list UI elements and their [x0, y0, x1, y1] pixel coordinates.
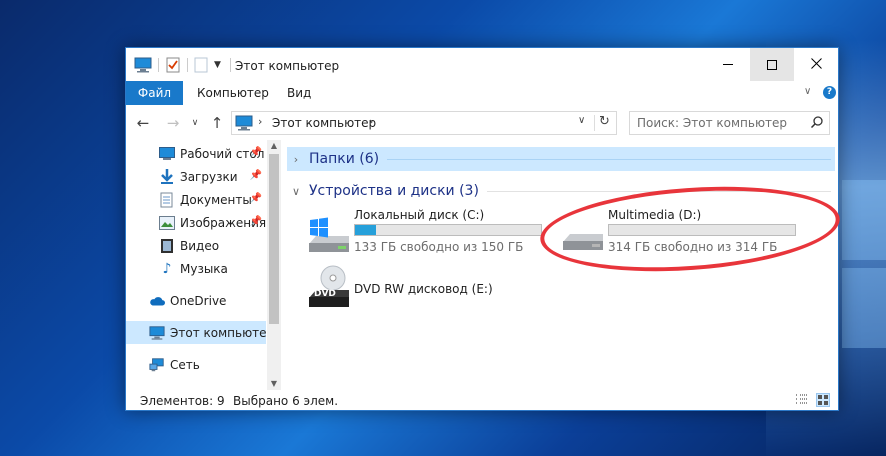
breadcrumb-separator-icon[interactable]: ›	[369, 115, 373, 128]
drive-usage-fill	[355, 225, 377, 235]
group-header-folders[interactable]: › Папки (6)	[287, 147, 835, 171]
sidebar-item-onedrive[interactable]: OneDrive	[126, 289, 266, 312]
divider	[387, 158, 831, 160]
up-button[interactable]: ↑	[208, 113, 226, 133]
video-icon	[159, 238, 175, 254]
sidebar-item-music[interactable]: ♪ Музыка	[126, 257, 266, 280]
arrow-left-icon: ←	[136, 114, 150, 132]
quick-access-toolbar: ▼	[134, 56, 237, 74]
tab-file[interactable]: Файл	[126, 81, 183, 105]
sidebar-item-label: Видео	[180, 238, 220, 253]
recent-locations-button[interactable]: ∨	[186, 113, 204, 133]
scroll-up-icon[interactable]: ▲	[267, 140, 281, 152]
navigation-bar: ← → ∨ ↑ › Этот компьютер › ∨ ↻	[126, 109, 838, 137]
minimize-button[interactable]	[706, 48, 750, 81]
navigation-pane-scrollbar[interactable]: ▲ ▼	[267, 140, 281, 390]
new-folder-icon[interactable]	[194, 57, 208, 73]
content-pane: › Папки (6) ∨ Устройства и диски (3) Лок…	[286, 140, 836, 390]
sidebar-item-pictures[interactable]: Изображения 📌	[126, 211, 266, 234]
refresh-icon[interactable]: ↻	[599, 114, 610, 129]
title-bar: ▼ Этот компьютер	[126, 48, 838, 81]
drive-item-e[interactable]: DVD DVD RW дисковод (E:)	[304, 264, 554, 314]
desktop-window-logo-pane	[842, 180, 886, 260]
pin-icon[interactable]: 📌	[250, 147, 262, 158]
search-box[interactable]	[629, 111, 830, 135]
maximize-icon	[767, 59, 777, 70]
chevron-down-icon: ∨	[191, 118, 199, 128]
back-button[interactable]: ←	[134, 113, 152, 133]
customize-toolbar-chevron-icon[interactable]: ▼	[214, 60, 224, 70]
group-title: Устройства и диски (3)	[309, 183, 479, 199]
breadcrumb[interactable]: Этот компьютер	[272, 116, 376, 130]
svg-text:DVD: DVD	[314, 289, 336, 299]
forward-button[interactable]: →	[164, 113, 182, 133]
sidebar-item-label: Сеть	[170, 357, 200, 372]
sidebar-item-this-pc[interactable]: Этот компьютер	[126, 321, 266, 344]
group-title: Папки (6)	[309, 151, 380, 167]
desktop-window-logo-pane	[842, 268, 886, 348]
breadcrumb-separator-icon[interactable]: ›	[258, 115, 262, 128]
music-icon: ♪	[162, 260, 172, 277]
ribbon-tabs: Файл Компьютер Вид ∨ ?	[126, 81, 838, 105]
computer-icon	[134, 57, 152, 73]
drive-usage-bar	[354, 224, 542, 236]
cloud-icon	[149, 293, 165, 309]
sidebar-item-label: OneDrive	[170, 293, 227, 308]
address-bar[interactable]: › Этот компьютер › ∨ ↻	[231, 111, 617, 135]
sidebar-item-documents[interactable]: Документы 📌	[126, 188, 266, 211]
scroll-down-icon[interactable]: ▼	[267, 378, 281, 390]
computer-icon	[149, 325, 165, 341]
large-icons-view-icon[interactable]	[816, 393, 830, 407]
scrollbar-thumb[interactable]	[269, 154, 279, 324]
sidebar-item-downloads[interactable]: Загрузки 📌	[126, 165, 266, 188]
properties-icon[interactable]	[165, 57, 181, 73]
maximize-button[interactable]	[750, 48, 794, 81]
sidebar-item-label: Загрузки	[180, 169, 238, 184]
pin-icon[interactable]: 📌	[250, 216, 262, 227]
navigation-pane: Рабочий стол 📌 Загрузки 📌 Документы 📌 Из…	[126, 140, 282, 390]
minimize-icon	[723, 64, 733, 65]
drive-name: Локальный диск (C:)	[354, 208, 485, 222]
close-icon	[810, 57, 822, 73]
details-view-icon[interactable]	[795, 393, 809, 407]
drive-item-c[interactable]: Локальный диск (C:) 133 ГБ свободно из 1…	[304, 208, 554, 258]
download-icon	[159, 168, 175, 185]
sidebar-item-label: Этот компьютер	[170, 325, 266, 340]
drive-free-space: 133 ГБ свободно из 150 ГБ	[354, 240, 524, 254]
documents-icon	[159, 192, 175, 208]
desktop-icon	[159, 146, 175, 162]
sidebar-item-video[interactable]: Видео	[126, 234, 266, 257]
chevron-down-icon[interactable]: ∨	[289, 185, 303, 198]
search-icon[interactable]	[810, 115, 824, 132]
sidebar-item-label: Документы	[180, 192, 252, 207]
pin-icon[interactable]: 📌	[250, 193, 262, 204]
close-button[interactable]	[794, 48, 838, 81]
pin-icon[interactable]: 📌	[250, 170, 262, 181]
network-icon	[149, 357, 165, 373]
sidebar-item-desktop[interactable]: Рабочий стол 📌	[126, 142, 266, 165]
sidebar-item-network[interactable]: Сеть	[126, 353, 266, 376]
sidebar-item-label: Музыка	[180, 261, 228, 276]
arrow-right-icon: →	[166, 114, 180, 132]
item-count: Элементов: 9	[140, 394, 225, 408]
computer-icon	[235, 115, 253, 131]
windows-drive-icon	[306, 216, 352, 254]
arrow-up-icon: ↑	[210, 114, 224, 132]
address-history-chevron-icon[interactable]: ∨	[578, 115, 585, 126]
chevron-right-icon[interactable]: ›	[289, 153, 303, 166]
window-title: Этот компьютер	[235, 59, 340, 73]
dvd-drive-icon: DVD	[306, 264, 352, 310]
tab-computer[interactable]: Компьютер	[197, 81, 269, 105]
drive-name: DVD RW дисковод (E:)	[354, 282, 493, 296]
pictures-icon	[159, 215, 175, 231]
search-input[interactable]	[637, 115, 807, 131]
status-bar: Элементов: 9 Выбрано 6 элем.	[126, 391, 838, 411]
help-icon[interactable]: ?	[823, 86, 836, 99]
selection-count: Выбрано 6 элем.	[233, 394, 339, 408]
expand-ribbon-chevron-icon[interactable]: ∨	[804, 86, 811, 97]
tab-view[interactable]: Вид	[287, 81, 311, 105]
